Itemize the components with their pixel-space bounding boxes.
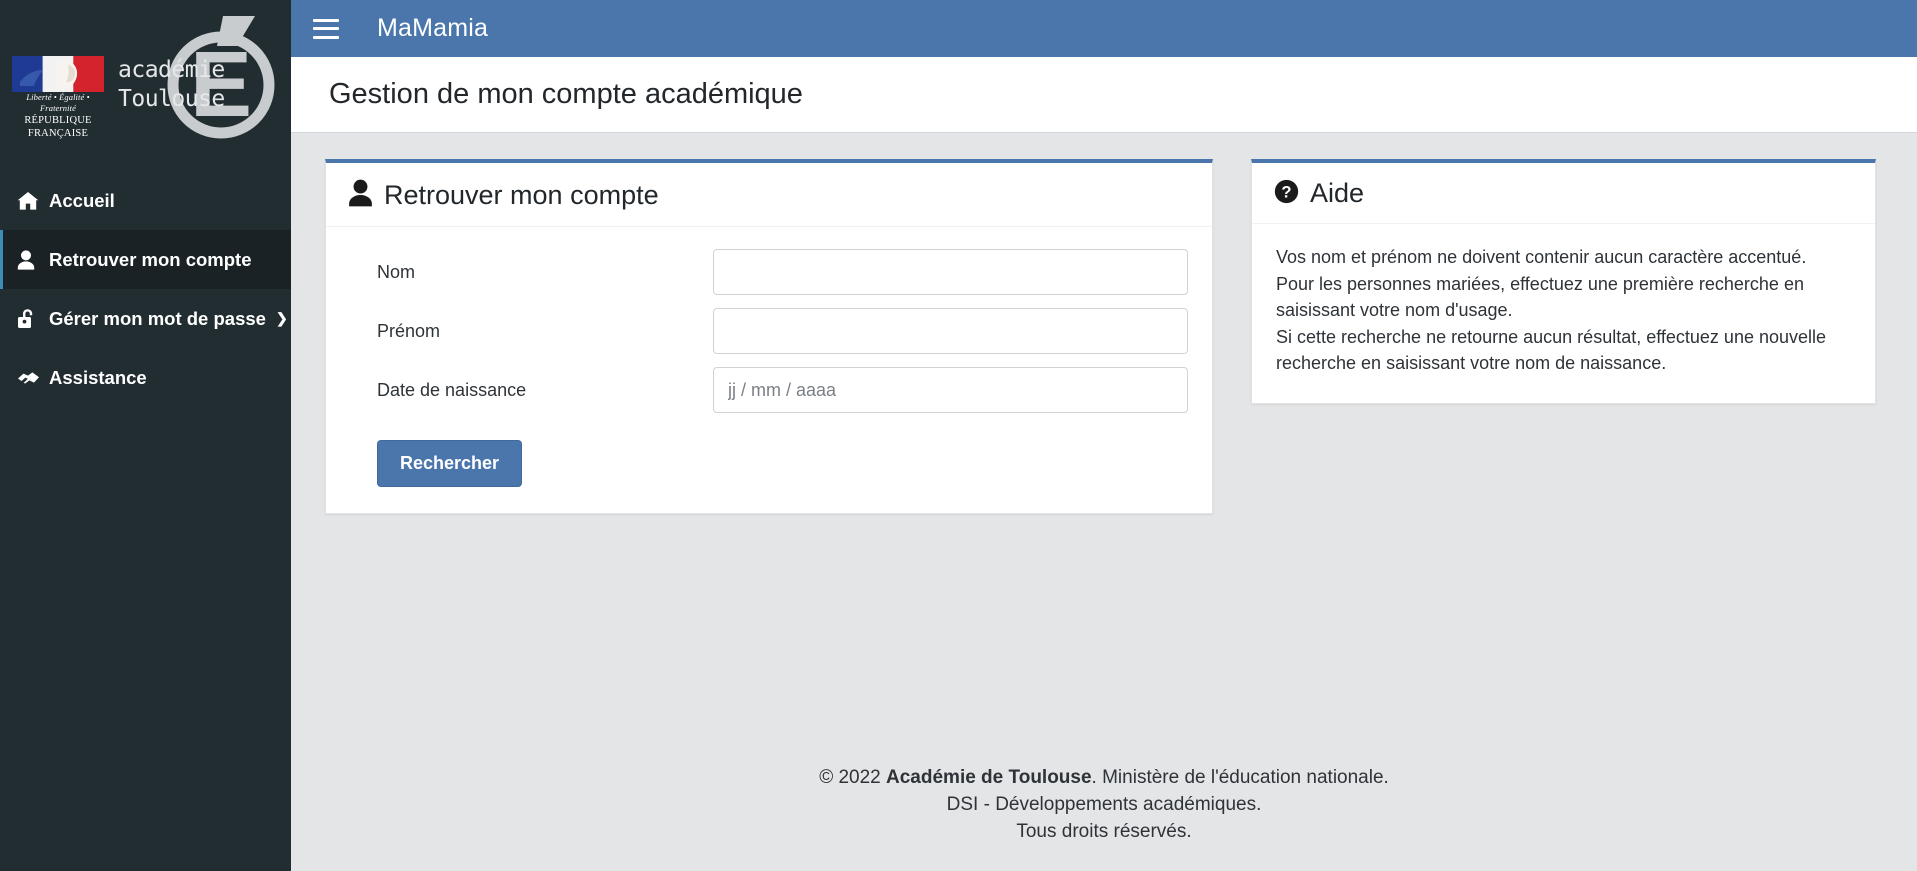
sidebar-item-label: Retrouver mon compte (49, 248, 252, 270)
sidebar-nav: Accueil Retrouver mon compte Gérer mon m… (0, 171, 291, 407)
footer-line-1: © 2022 Académie de Toulouse. Ministère d… (291, 764, 1917, 791)
user-icon (17, 249, 47, 270)
academie-logo-line1: académie (118, 57, 225, 83)
hamburger-icon[interactable] (313, 18, 339, 39)
card-title: Aide (1310, 178, 1365, 209)
aide-line-1: Vos nom et prénom ne doivent contenir au… (1276, 247, 1807, 267)
app-brand-title: MaMamia (377, 14, 489, 42)
unlock-icon (17, 308, 47, 329)
retrouver-compte-form: Nom Prénom Date de naissance Rec (350, 249, 1188, 487)
marianne-republic-label: RÉPUBLIQUE FRANÇAISE (24, 115, 92, 139)
sidebar-logo-block: E académie Toulouse Liberté • Égalité • (0, 0, 291, 171)
sidebar-item-label: Assistance (49, 366, 147, 388)
french-flag-marianne-icon (12, 56, 104, 92)
footer-copyright-prefix: © 2022 (819, 767, 887, 788)
academie-logo-line2: Toulouse (118, 86, 225, 112)
form-row-prenom: Prénom (350, 308, 1188, 354)
sidebar-item-assistance[interactable]: Assistance (0, 348, 291, 407)
marianne-motto: Liberté • Égalité • Fraternité (26, 92, 90, 113)
page-header: Gestion de mon compte académique (291, 57, 1917, 133)
footer-line-3: Tous droits réservés. (1016, 821, 1192, 842)
footer-academy-name: Académie de Toulouse (886, 767, 1092, 788)
date-de-naissance-input[interactable] (713, 367, 1188, 413)
prenom-label: Prénom (377, 320, 441, 341)
form-row-nom: Nom (350, 249, 1188, 295)
card-header: Retrouver mon compte (326, 163, 1212, 227)
nom-input[interactable] (713, 249, 1188, 295)
question-circle-icon: ? (1274, 179, 1299, 209)
retrouver-mon-compte-card: Retrouver mon compte Nom Prénom Date de … (325, 159, 1213, 514)
aide-line-2: Pour les personnes mariées, effectuez un… (1276, 273, 1804, 321)
footer-line-2: DSI - Développements académiques. (946, 794, 1262, 815)
page-footer: © 2022 Académie de Toulouse. Ministère d… (291, 764, 1917, 871)
top-navbar: MaMamia (291, 0, 1917, 57)
form-row-date-de-naissance: Date de naissance (350, 367, 1188, 413)
academie-toulouse-logo: E académie Toulouse (118, 8, 283, 143)
page-title: Gestion de mon compte académique (329, 78, 803, 110)
sidebar: E académie Toulouse Liberté • Égalité • (0, 0, 291, 871)
academie-logo-text: académie Toulouse (118, 56, 225, 114)
sidebar-item-retrouver-mon-compte[interactable]: Retrouver mon compte (0, 230, 291, 289)
sidebar-item-gerer-mon-mot-de-passe[interactable]: Gérer mon mot de passe ❯ (0, 289, 291, 348)
main-region: MaMamia Gestion de mon compte académique… (291, 0, 1917, 871)
sidebar-item-label: Accueil (49, 189, 115, 211)
aide-line-3: Si cette recherche ne retourne aucun rés… (1276, 326, 1827, 374)
user-icon (348, 179, 373, 212)
card-body: Nom Prénom Date de naissance Rec (326, 227, 1212, 513)
aide-card: ? Aide Vos nom et prénom ne doivent cont… (1251, 159, 1876, 404)
rechercher-button[interactable]: Rechercher (377, 440, 523, 487)
chevron-right-icon: ❯ (275, 310, 288, 326)
prenom-input[interactable] (713, 308, 1188, 354)
footer-ministry-suffix: . Ministère de l'éducation nationale. (1091, 767, 1389, 788)
republique-francaise-logo: Liberté • Égalité • Fraternité RÉPUBLIQU… (12, 56, 104, 139)
card-title: Retrouver mon compte (384, 179, 659, 210)
card-body: Vos nom et prénom ne doivent contenir au… (1252, 224, 1875, 403)
content-area: Retrouver mon compte Nom Prénom Date de … (291, 133, 1917, 514)
card-header: ? Aide (1252, 163, 1875, 224)
date-de-naissance-label: Date de naissance (377, 379, 527, 400)
sidebar-item-accueil[interactable]: Accueil (0, 171, 291, 230)
app-root: E académie Toulouse Liberté • Égalité • (0, 0, 1917, 871)
svg-text:?: ? (1281, 182, 1291, 201)
sidebar-item-label: Gérer mon mot de passe (49, 307, 266, 329)
home-icon (17, 191, 47, 211)
form-actions: Rechercher (350, 426, 1188, 487)
handshake-icon (17, 369, 47, 387)
nom-label: Nom (377, 261, 416, 282)
